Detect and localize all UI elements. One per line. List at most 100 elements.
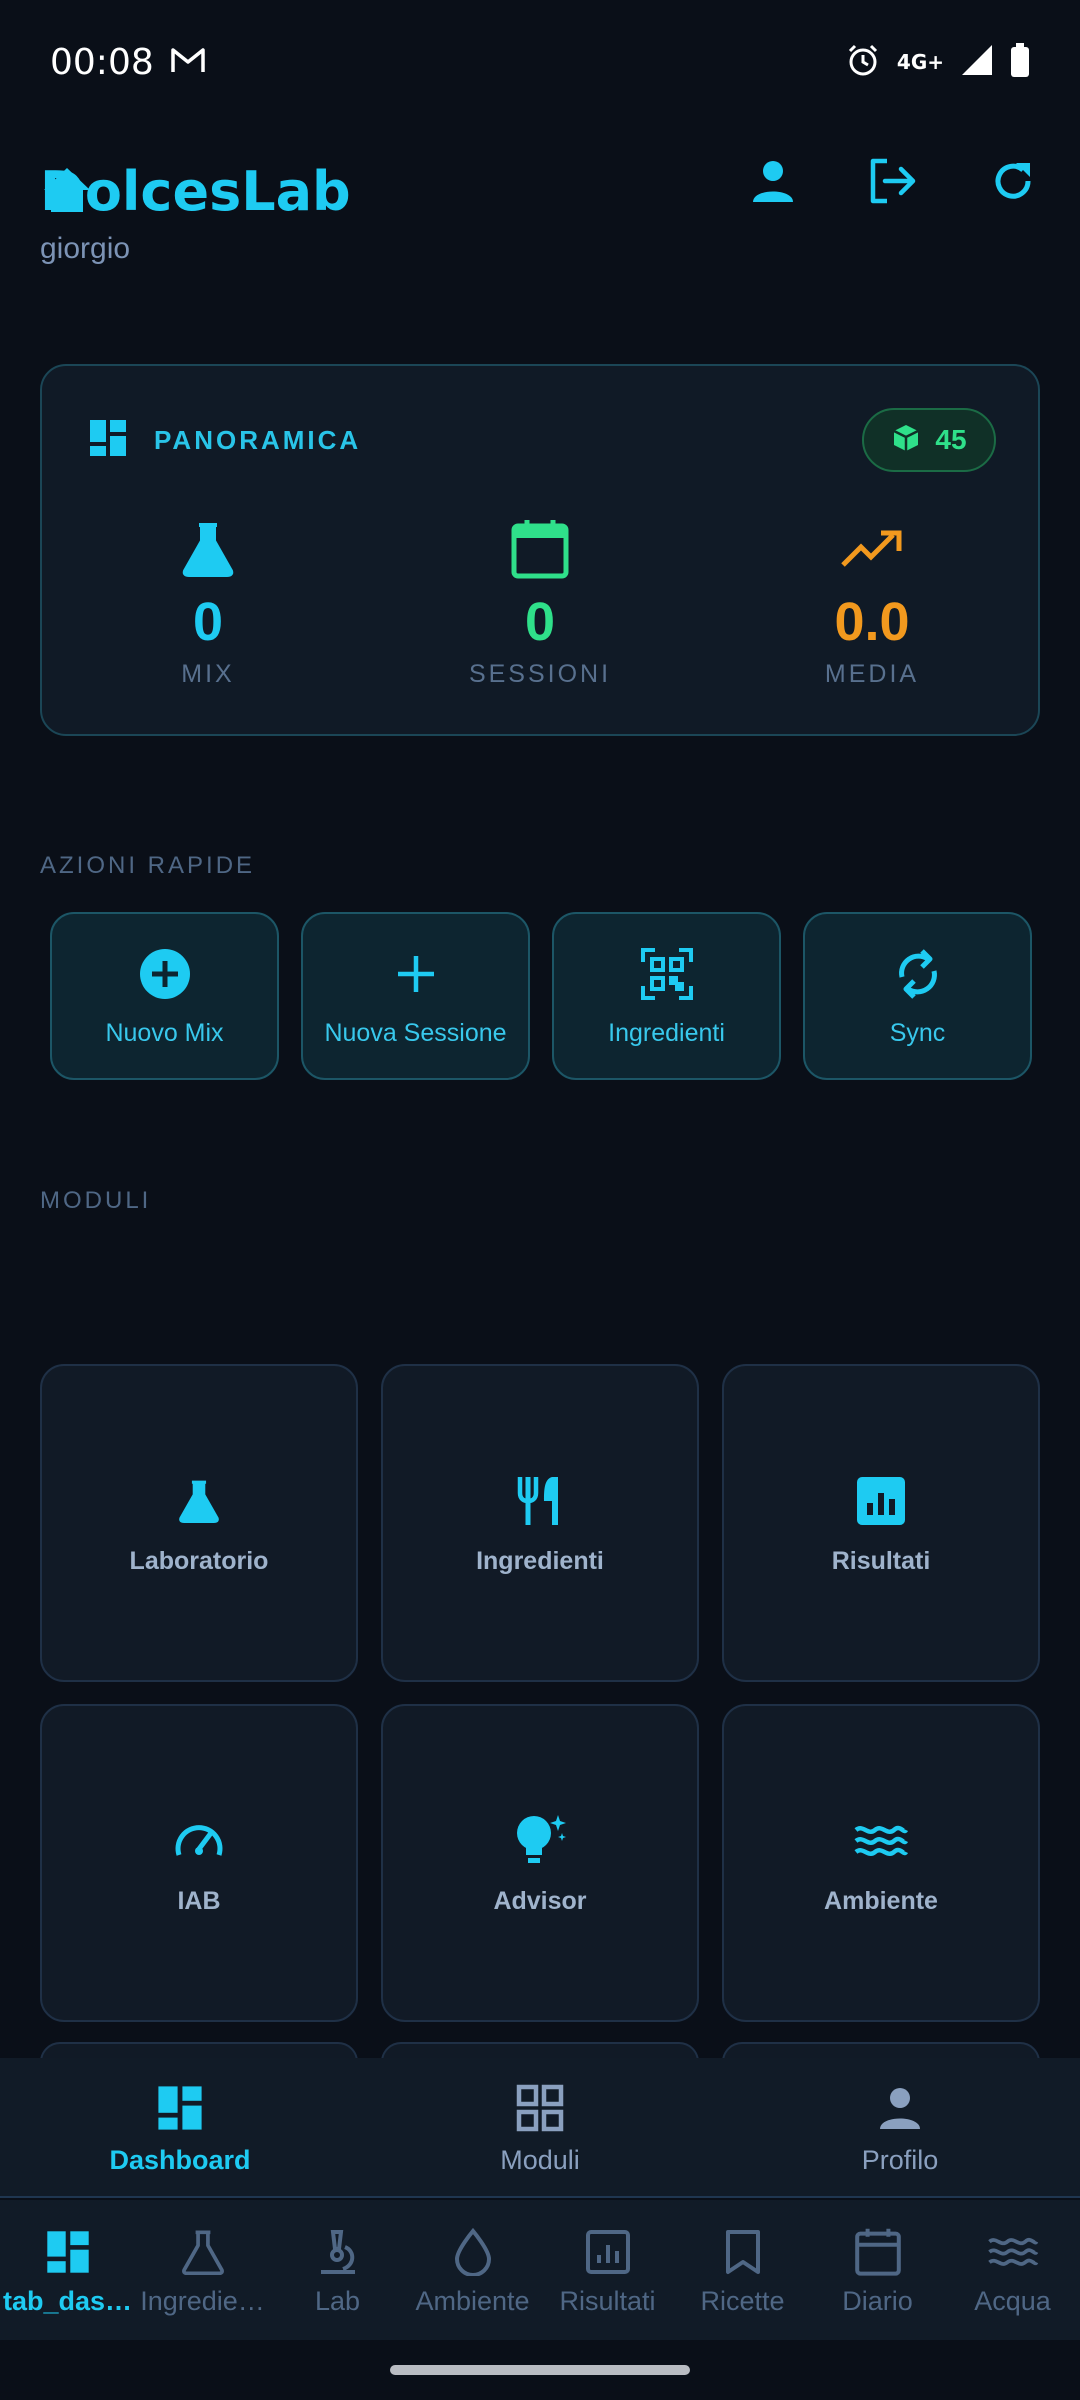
- tab-lab[interactable]: Lab: [270, 2200, 405, 2340]
- gmail-icon: [170, 46, 206, 79]
- profile-button[interactable]: [746, 156, 800, 210]
- bottom-tab-bar: tab_das… Ingredie… Lab Ambiente Risultat…: [0, 2200, 1080, 2340]
- waves-icon: [854, 1811, 908, 1871]
- calendar-icon: [510, 516, 570, 582]
- tab-risultati-label: Risultati: [559, 2285, 656, 2316]
- sync-button[interactable]: Sync: [803, 912, 1032, 1080]
- alarm-icon: [845, 42, 881, 83]
- flask-outline-icon: [180, 2224, 226, 2280]
- module-risultati-label: Risultati: [831, 1546, 931, 1575]
- tab-ambiente[interactable]: Ambiente: [405, 2200, 540, 2340]
- modules-grid: Laboratorio Ingredienti Risultati IAB Ad…: [40, 1364, 1040, 2022]
- module-peek: [381, 2042, 699, 2058]
- stat-mix: 0 MIX: [42, 516, 374, 689]
- app-header: DolcesLab giorgio: [40, 150, 1040, 280]
- new-mix-button[interactable]: Nuovo Mix: [50, 912, 279, 1080]
- tab-ingredienti[interactable]: Ingredie…: [135, 2200, 270, 2340]
- new-session-label: Nuova Sessione: [324, 1018, 507, 1047]
- module-iab-label: IAB: [177, 1886, 221, 1915]
- module-iab[interactable]: IAB: [40, 1704, 358, 2022]
- gesture-bar[interactable]: [390, 2365, 690, 2375]
- bar-chart-icon: [857, 1471, 905, 1531]
- tab-dashboard[interactable]: tab_das…: [0, 2200, 135, 2340]
- person-icon: [750, 158, 796, 209]
- dashboard-icon: [156, 2079, 204, 2137]
- ingredients-scan-button[interactable]: Ingredienti: [552, 912, 781, 1080]
- nav-profilo-label: Profilo: [861, 2144, 939, 2175]
- microscope-icon: [315, 2224, 361, 2280]
- module-laboratorio[interactable]: Laboratorio: [40, 1364, 358, 1682]
- module-ambiente[interactable]: Ambiente: [722, 1704, 1040, 2022]
- module-advisor-label: Advisor: [493, 1886, 587, 1915]
- grid-icon: [516, 2079, 564, 2137]
- main-navigation: Dashboard Moduli Profilo: [0, 2058, 1080, 2198]
- module-risultati[interactable]: Risultati: [722, 1364, 1040, 1682]
- module-ambiente-label: Ambiente: [824, 1886, 938, 1915]
- tab-dashboard-label: tab_das…: [2, 2285, 133, 2316]
- user-name: giorgio: [40, 232, 131, 265]
- calendar-outline-icon: [854, 2224, 902, 2280]
- modules-title: MODULI: [40, 1187, 152, 1214]
- tab-ricette[interactable]: Ricette: [675, 2200, 810, 2340]
- status-bar: 00:08 4G+: [0, 0, 1080, 124]
- stat-mix-value: 0: [192, 592, 224, 652]
- module-advisor[interactable]: Advisor: [381, 1704, 699, 2022]
- new-session-button[interactable]: Nuova Sessione: [301, 912, 530, 1080]
- stat-sessioni-label: SESSIONI: [468, 660, 612, 688]
- tab-ricette-label: Ricette: [700, 2285, 785, 2316]
- logout-icon: [867, 157, 919, 210]
- overview-card: PANORAMICA 45 0 MIX 0 SESSIONI 0.0 MEDIA: [40, 364, 1040, 736]
- tab-ambiente-label: Ambiente: [415, 2285, 530, 2316]
- overview-header: PANORAMICA: [88, 418, 361, 463]
- cube-icon: [891, 423, 921, 458]
- header-actions: [746, 156, 1040, 210]
- overview-badge-count: 45: [935, 424, 967, 455]
- person-icon: [877, 2079, 923, 2137]
- module-ingredienti[interactable]: Ingredienti: [381, 1364, 699, 1682]
- utensils-icon: [516, 1471, 564, 1531]
- tab-lab-label: Lab: [314, 2285, 361, 2316]
- battery-icon: [1010, 42, 1030, 82]
- network-label: 4G+: [896, 50, 944, 74]
- stat-sessioni-value: 0: [524, 592, 556, 652]
- tab-diario[interactable]: Diario: [810, 2200, 945, 2340]
- tab-acqua-label: Acqua: [974, 2285, 1051, 2316]
- dashboard-icon: [45, 2224, 91, 2280]
- nav-dashboard-label: Dashboard: [109, 2144, 251, 2175]
- status-left: 00:08: [50, 42, 206, 83]
- logout-button[interactable]: [866, 156, 920, 210]
- tab-diario-label: Diario: [842, 2285, 913, 2316]
- tab-acqua[interactable]: Acqua: [945, 2200, 1080, 2340]
- signal-icon: [960, 43, 994, 82]
- sync-label: Sync: [889, 1018, 946, 1047]
- qr-code-icon: [640, 945, 693, 1003]
- stat-media-label: MEDIA: [824, 660, 920, 688]
- trending-up-icon: [841, 516, 903, 582]
- nav-profilo[interactable]: Profilo: [720, 2058, 1080, 2196]
- stat-sessioni: 0 SESSIONI: [374, 516, 706, 689]
- plus-circle-icon: [139, 945, 191, 1003]
- ingredients-scan-label: Ingredienti: [608, 1018, 725, 1047]
- refresh-button[interactable]: [986, 156, 1040, 210]
- flask-icon: [177, 1471, 221, 1531]
- stat-media: 0.0 MEDIA: [706, 516, 1038, 689]
- status-right: 4G+: [845, 42, 1030, 83]
- stat-mix-label: MIX: [181, 660, 235, 688]
- nav-moduli[interactable]: Moduli: [360, 2058, 720, 2196]
- refresh-icon: [990, 158, 1036, 209]
- new-mix-label: Nuovo Mix: [105, 1018, 224, 1047]
- module-laboratorio-label: Laboratorio: [129, 1546, 269, 1575]
- tab-risultati[interactable]: Risultati: [540, 2200, 675, 2340]
- chart-outline-icon: [585, 2224, 631, 2280]
- quick-actions: Nuovo Mix Nuova Sessione Ingredienti Syn…: [50, 912, 1032, 1080]
- drop-icon: [453, 2224, 493, 2280]
- app-title-wrap: DolcesLab: [40, 160, 351, 223]
- module-ingredienti-label: Ingredienti: [476, 1546, 604, 1575]
- nav-dashboard[interactable]: Dashboard: [0, 2058, 360, 2196]
- gauge-icon: [173, 1811, 225, 1871]
- sync-icon: [894, 945, 942, 1003]
- waves-outline-icon: [987, 2224, 1039, 2280]
- overview-stats: 0 MIX 0 SESSIONI 0.0 MEDIA: [42, 516, 1038, 689]
- home-icon: [40, 164, 94, 219]
- dashboard-icon: [88, 418, 128, 463]
